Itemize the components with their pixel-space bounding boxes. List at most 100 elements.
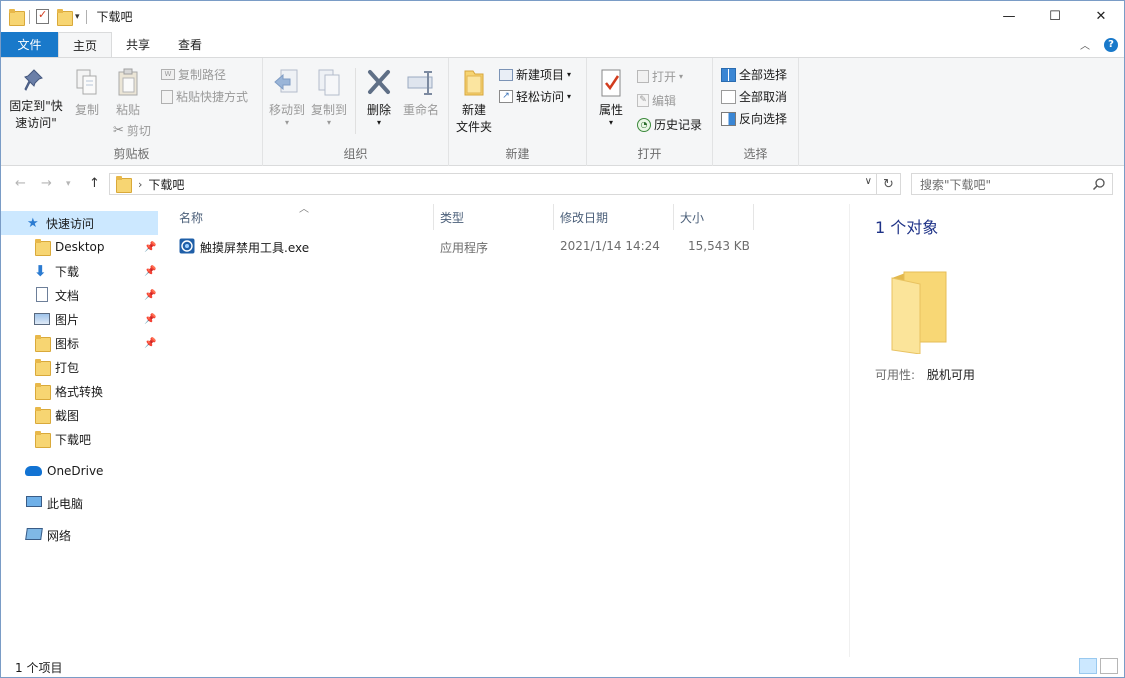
paste-shortcut-button[interactable]: 粘贴快捷方式: [161, 88, 248, 105]
folder-icon: [9, 8, 25, 26]
pin-icon[interactable]: 📌: [144, 290, 156, 301]
refresh-button[interactable]: ↻: [877, 173, 901, 195]
star-icon: ★: [27, 215, 39, 231]
paste-button[interactable]: 粘贴: [109, 68, 147, 119]
folder-icon: [35, 407, 51, 424]
file-modified: 2021/1/14 14:24: [560, 239, 660, 253]
quick-access-toolbar: ▾ 下载吧: [1, 1, 133, 32]
nav-quick-access[interactable]: ★ 快速访问: [1, 211, 158, 235]
copy-path-button[interactable]: W 复制路径: [161, 66, 226, 83]
navigation-pane: ★ 快速访问 Desktop 📌 ⬇ 下载 📌 文档 📌 图片 📌 图标 📌 打…: [1, 204, 161, 657]
availability: 可用性: 脱机可用: [875, 368, 975, 382]
nav-item-desktop[interactable]: Desktop 📌: [1, 235, 158, 259]
nav-network[interactable]: 网络: [1, 523, 158, 547]
search-input[interactable]: 搜索"下载吧": [911, 173, 1113, 195]
easy-access-icon: ↗: [499, 90, 513, 103]
copy-icon: [76, 69, 97, 95]
delete-x-icon: [368, 70, 390, 94]
table-row[interactable]: 触摸屏禁用工具.exe 应用程序 2021/1/14 14:24 15,543 …: [161, 235, 849, 257]
pin-icon[interactable]: 📌: [144, 338, 156, 349]
select-group: 全部选择 全部取消 反向选择 选择: [713, 58, 799, 166]
properties-button[interactable]: 属性 ▾: [593, 68, 629, 127]
column-header-type[interactable]: 类型: [440, 204, 464, 230]
help-icon[interactable]: ?: [1104, 37, 1118, 52]
address-bar[interactable]: › 下载吧 ∨: [109, 173, 877, 195]
address-history-chevron-icon[interactable]: ∨: [865, 176, 872, 187]
download-arrow-icon: ⬇: [34, 262, 47, 280]
details-view-button[interactable]: [1079, 658, 1097, 674]
up-arrow-icon[interactable]: ↑: [89, 176, 100, 191]
delete-button[interactable]: 删除 ▾: [361, 68, 397, 127]
pin-icon[interactable]: 📌: [144, 242, 156, 253]
copy-path-icon: W: [161, 69, 175, 80]
folder-icon: [35, 383, 51, 400]
column-header-modified[interactable]: 修改日期: [560, 204, 608, 230]
recent-locations-chevron-icon[interactable]: ▾: [66, 179, 71, 189]
back-arrow-icon[interactable]: ←: [15, 176, 26, 191]
nav-onedrive[interactable]: OneDrive: [1, 459, 158, 483]
folder-icon: [35, 359, 51, 376]
nav-item-downloads[interactable]: ⬇ 下载 📌: [1, 259, 158, 283]
new-item-button[interactable]: 新建项目 ▾: [499, 66, 571, 83]
file-name[interactable]: 触摸屏禁用工具.exe: [200, 239, 309, 256]
select-all-button[interactable]: 全部选择: [721, 66, 787, 83]
pin-quick-access-button[interactable]: 固定到"快 速访问": [7, 68, 65, 132]
breadcrumb-chevron-icon[interactable]: ›: [138, 178, 142, 191]
history-clock-icon: ◔: [637, 117, 651, 132]
easy-access-button[interactable]: ↗ 轻松访问 ▾: [499, 88, 571, 105]
new-group-label: 新建: [505, 147, 530, 161]
large-folder-icon: [891, 271, 947, 354]
close-button[interactable]: ✕: [1078, 1, 1124, 32]
open-group: 属性 ▾ 打开 ▾ ✎ 编辑 ◔ 历史记录 打开: [587, 58, 713, 166]
tab-view[interactable]: 查看: [164, 32, 216, 57]
application-icon: [179, 238, 195, 254]
select-none-button[interactable]: 全部取消: [721, 88, 787, 105]
tab-file[interactable]: 文件: [1, 32, 58, 57]
invert-selection-button[interactable]: 反向选择: [721, 110, 787, 127]
collapse-ribbon-chevron-icon[interactable]: ︿: [1080, 37, 1090, 52]
forward-arrow-icon[interactable]: →: [41, 176, 52, 191]
ribbon-tabs: 文件 主页 共享 查看 ︿ ?: [1, 32, 1124, 57]
new-item-icon: [499, 68, 513, 81]
move-to-button[interactable]: 移动到 ▾: [267, 68, 307, 127]
pin-icon[interactable]: 📌: [144, 314, 156, 325]
nav-this-pc[interactable]: 此电脑: [1, 491, 158, 515]
organize-group-label: 组织: [343, 147, 368, 161]
properties-icon: [601, 69, 621, 97]
edit-pencil-icon: ✎: [637, 94, 649, 107]
copy-button[interactable]: 复制: [69, 68, 105, 119]
nav-item-documents[interactable]: 文档 📌: [1, 283, 158, 307]
pictures-icon: [34, 313, 50, 325]
copy-to-button[interactable]: 复制到 ▾: [309, 68, 349, 127]
properties-quick-icon[interactable]: [36, 8, 49, 24]
rename-button[interactable]: 重命名: [399, 68, 443, 119]
edit-button[interactable]: ✎ 编辑: [637, 92, 676, 109]
file-list: ︿ 名称 类型 修改日期 大小 触摸屏禁用工具.exe 应用程序 2021/1/…: [161, 204, 849, 657]
selection-count: 1 个对象: [875, 218, 939, 237]
column-header-name[interactable]: 名称: [179, 204, 203, 230]
new-folder-quick-icon[interactable]: [57, 8, 73, 26]
nav-item-icons[interactable]: 图标 📌: [1, 331, 158, 355]
maximize-button[interactable]: ☐: [1032, 1, 1078, 32]
tab-home[interactable]: 主页: [58, 32, 113, 57]
nav-item-screenshots[interactable]: 截图: [1, 403, 158, 427]
minimize-button[interactable]: —: [986, 1, 1032, 32]
customize-toolbar-chevron-icon[interactable]: ▾: [75, 12, 80, 22]
breadcrumb-current[interactable]: 下载吧: [148, 176, 184, 193]
cut-button[interactable]: ✂ 剪切: [113, 122, 151, 139]
column-header-size[interactable]: 大小: [680, 204, 704, 230]
large-icons-view-button[interactable]: [1100, 658, 1118, 674]
open-button[interactable]: 打开 ▾: [637, 68, 683, 85]
refresh-icon: ↻: [883, 176, 894, 192]
new-folder-button[interactable]: 新建 文件夹: [453, 68, 495, 136]
pin-icon: [24, 69, 43, 91]
folder-icon: [35, 239, 51, 256]
nav-item-format-convert[interactable]: 格式转换: [1, 379, 158, 403]
nav-item-pictures[interactable]: 图片 📌: [1, 307, 158, 331]
history-button[interactable]: ◔ 历史记录: [637, 116, 702, 133]
nav-item-pack[interactable]: 打包: [1, 355, 158, 379]
file-size: 15,543 KB: [688, 239, 750, 253]
tab-share[interactable]: 共享: [112, 32, 164, 57]
nav-item-xiazaiba[interactable]: 下载吧: [1, 427, 158, 451]
pin-icon[interactable]: 📌: [144, 266, 156, 277]
